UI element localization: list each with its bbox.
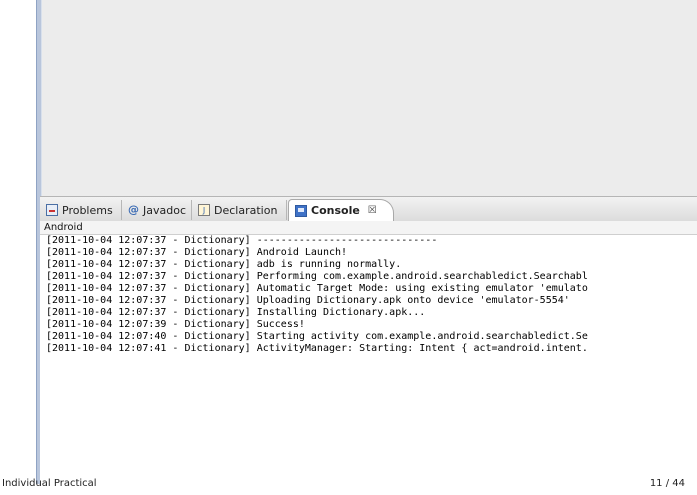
console-line: [2011-10-04 12:07:37 - Dictionary] Autom… — [46, 283, 588, 294]
declaration-icon: J — [198, 204, 210, 216]
console-line: [2011-10-04 12:07:37 - Dictionary] Insta… — [46, 307, 426, 318]
console-title: Android — [40, 221, 697, 235]
footer-title: Individual Practical — [2, 478, 97, 489]
tab-javadoc[interactable]: @ Javadoc — [122, 200, 192, 220]
console-output[interactable]: [2011-10-04 12:07:37 - Dictionary] -----… — [40, 235, 697, 484]
console-line: [2011-10-04 12:07:39 - Dictionary] Succe… — [46, 319, 305, 330]
tab-problems[interactable]: Problems — [40, 200, 122, 220]
console-line: [2011-10-04 12:07:41 - Dictionary] Activ… — [46, 343, 588, 354]
console-line: [2011-10-04 12:07:40 - Dictionary] Start… — [46, 331, 588, 342]
console-icon — [295, 204, 307, 217]
javadoc-icon: @ — [128, 203, 139, 216]
editor-area — [40, 0, 697, 196]
console-line: [2011-10-04 12:07:37 - Dictionary] Andro… — [46, 247, 348, 258]
tab-javadoc-label: Javadoc — [143, 203, 186, 217]
tab-console[interactable]: Console ☒ — [288, 199, 394, 221]
tab-declaration-label: Declaration — [214, 203, 278, 217]
problems-icon — [46, 204, 58, 216]
tab-problems-label: Problems — [62, 203, 113, 217]
tab-declaration[interactable]: J Declaration — [192, 200, 287, 220]
page-number: 11 / 44 — [649, 478, 685, 489]
console-line: [2011-10-04 12:07:37 - Dictionary] Perfo… — [46, 271, 588, 282]
console-line: [2011-10-04 12:07:37 - Dictionary] -----… — [46, 235, 438, 246]
console-line: [2011-10-04 12:07:37 - Dictionary] adb i… — [46, 259, 402, 270]
tab-console-label: Console — [311, 204, 360, 217]
close-icon[interactable]: ☒ — [368, 205, 377, 216]
view-tab-bar: Problems @ Javadoc J Declaration Console… — [40, 196, 697, 222]
console-line: [2011-10-04 12:07:37 - Dictionary] Uploa… — [46, 295, 570, 306]
